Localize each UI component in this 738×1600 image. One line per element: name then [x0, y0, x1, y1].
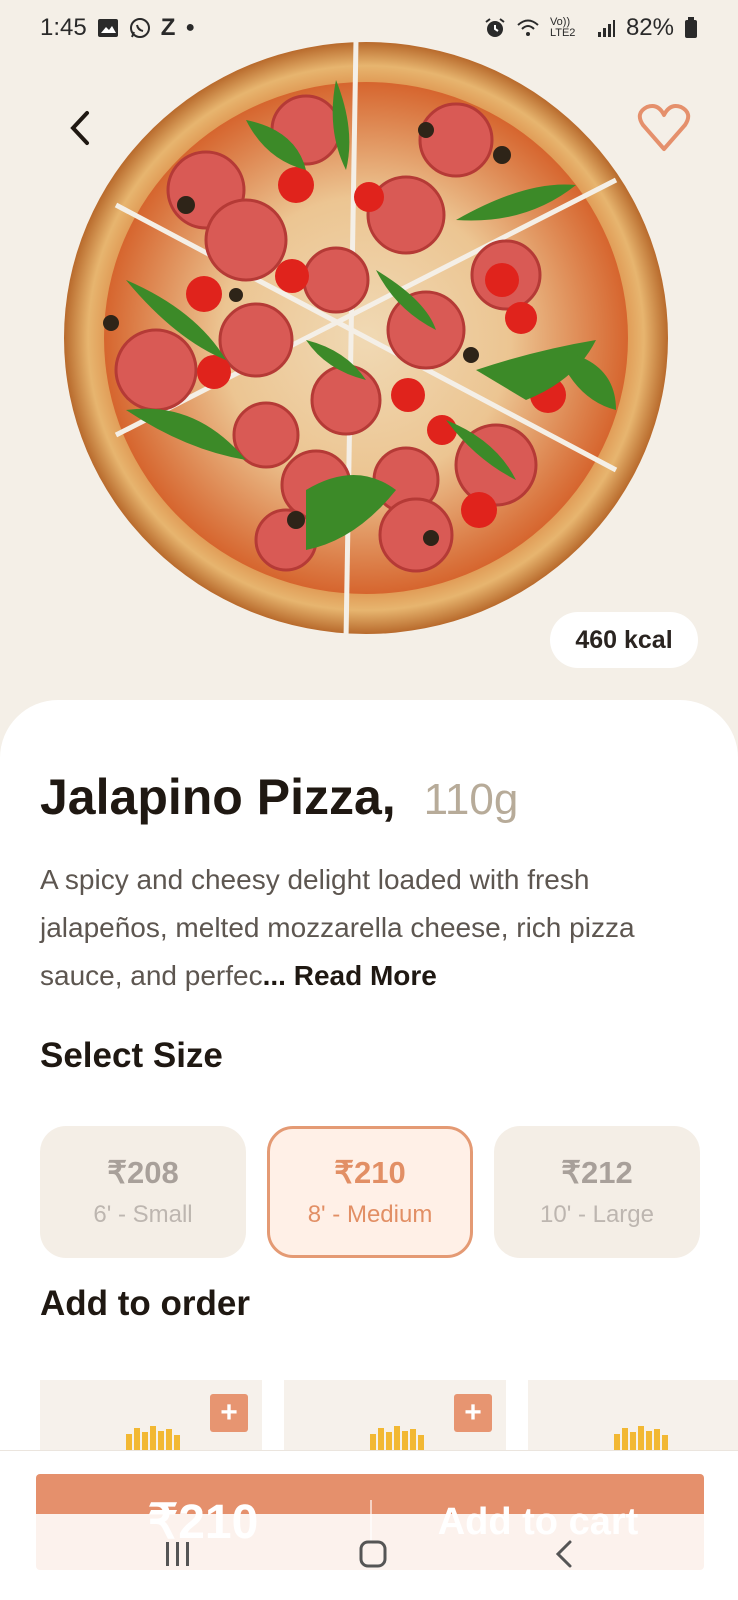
back-chevron-icon [70, 111, 89, 145]
size-price: ₹212 [561, 1155, 633, 1190]
size-price: ₹208 [107, 1155, 179, 1190]
select-size-heading: Select Size [40, 1036, 223, 1075]
status-bar: 1:45 Z ● Vo)) LTE2 82% [0, 0, 738, 56]
size-label: 10' - Large [540, 1201, 654, 1228]
signal-icon [596, 18, 616, 38]
whatsapp-notification-icon [129, 17, 151, 39]
size-price: ₹210 [334, 1155, 406, 1190]
recent-apps-icon[interactable] [163, 1540, 193, 1573]
favorite-button[interactable] [632, 96, 696, 160]
fries-image [614, 1426, 668, 1450]
notification-dot-icon: ● [185, 19, 196, 36]
size-options: ₹208 6' - Small ₹210 8' - Medium ₹212 10… [40, 1126, 700, 1258]
addon-item[interactable]: + [284, 1380, 506, 1450]
pizza-image [64, 40, 668, 640]
read-more-link[interactable]: Read More [294, 960, 437, 991]
heart-outline-icon [637, 104, 691, 151]
carrier-letter: Z [160, 14, 176, 41]
size-label: 6' - Small [93, 1201, 193, 1228]
product-description: A spicy and cheesy delight loaded with f… [40, 856, 700, 1000]
addon-item[interactable]: + [40, 1380, 262, 1450]
fries-image [370, 1426, 424, 1450]
product-title-row: Jalapino Pizza, 110g [40, 768, 518, 826]
back-button[interactable] [56, 100, 104, 156]
size-label: 8' - Medium [307, 1201, 433, 1228]
fries-image [126, 1426, 180, 1450]
add-addon-button[interactable]: + [210, 1394, 248, 1432]
battery-percent: 82% [625, 14, 674, 41]
size-option-large[interactable]: ₹212 10' - Large [494, 1126, 700, 1258]
wifi-icon [516, 18, 540, 38]
back-icon[interactable] [553, 1539, 575, 1574]
add-to-order-heading: Add to order [40, 1284, 250, 1323]
description-ellipsis: ... [262, 960, 286, 991]
status-time: 1:45 [40, 14, 87, 41]
battery-icon [684, 17, 698, 39]
alarm-icon [484, 17, 506, 39]
gallery-notification-icon [97, 18, 119, 38]
network-type: Vo)) LTE2 [549, 16, 576, 39]
addon-list: + + [40, 1380, 738, 1450]
system-navbar [0, 1528, 738, 1584]
product-weight: 110g [423, 775, 519, 824]
add-addon-button[interactable]: + [454, 1394, 492, 1432]
product-name: Jalapino Pizza, [40, 769, 396, 825]
size-option-small[interactable]: ₹208 6' - Small [40, 1126, 246, 1258]
addon-item[interactable] [528, 1380, 738, 1450]
calorie-badge: 460 kcal [550, 612, 698, 668]
home-icon[interactable] [358, 1539, 388, 1574]
size-option-medium[interactable]: ₹210 8' - Medium [267, 1126, 473, 1258]
product-hero: 1:45 Z ● Vo)) LTE2 82% 460 kcal [0, 0, 738, 740]
